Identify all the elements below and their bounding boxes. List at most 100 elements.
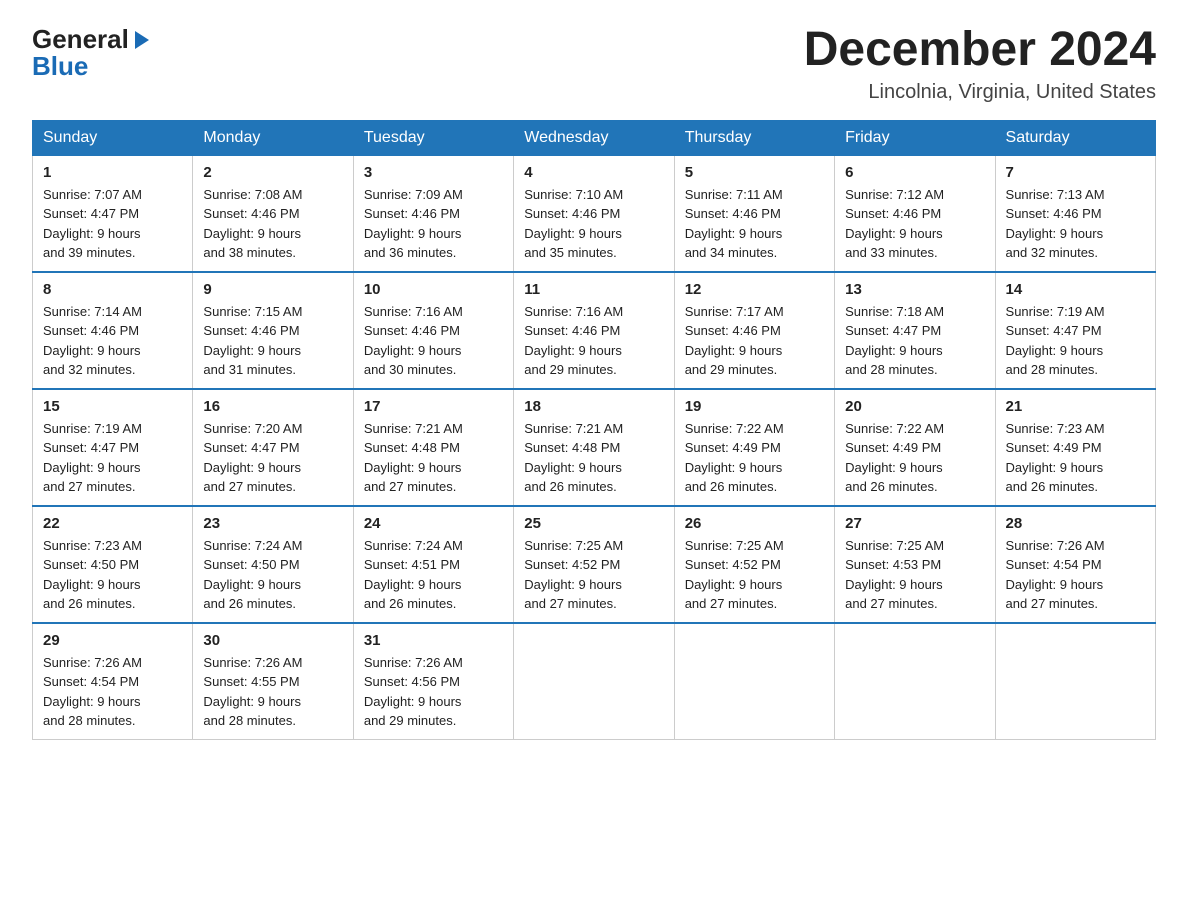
calendar-cell: 9 Sunrise: 7:15 AM Sunset: 4:46 PM Dayli…	[193, 272, 353, 389]
month-year-title: December 2024	[804, 24, 1156, 77]
calendar-cell: 20 Sunrise: 7:22 AM Sunset: 4:49 PM Dayl…	[835, 389, 995, 506]
calendar-week-3: 15 Sunrise: 7:19 AM Sunset: 4:47 PM Dayl…	[33, 389, 1156, 506]
day-number: 26	[685, 515, 824, 532]
day-number: 6	[845, 164, 984, 181]
day-info: Sunrise: 7:26 AM Sunset: 4:55 PM Dayligh…	[203, 653, 342, 731]
calendar-cell: 13 Sunrise: 7:18 AM Sunset: 4:47 PM Dayl…	[835, 272, 995, 389]
header-monday: Monday	[193, 120, 353, 155]
day-number: 10	[364, 281, 503, 298]
calendar-cell	[835, 623, 995, 740]
day-info: Sunrise: 7:20 AM Sunset: 4:47 PM Dayligh…	[203, 419, 342, 497]
calendar-cell: 29 Sunrise: 7:26 AM Sunset: 4:54 PM Dayl…	[33, 623, 193, 740]
calendar-cell: 18 Sunrise: 7:21 AM Sunset: 4:48 PM Dayl…	[514, 389, 674, 506]
day-number: 4	[524, 164, 663, 181]
day-info: Sunrise: 7:21 AM Sunset: 4:48 PM Dayligh…	[364, 419, 503, 497]
calendar-cell: 15 Sunrise: 7:19 AM Sunset: 4:47 PM Dayl…	[33, 389, 193, 506]
calendar-cell: 7 Sunrise: 7:13 AM Sunset: 4:46 PM Dayli…	[995, 155, 1155, 272]
calendar-cell: 27 Sunrise: 7:25 AM Sunset: 4:53 PM Dayl…	[835, 506, 995, 623]
calendar-cell: 4 Sunrise: 7:10 AM Sunset: 4:46 PM Dayli…	[514, 155, 674, 272]
header-wednesday: Wednesday	[514, 120, 674, 155]
day-number: 16	[203, 398, 342, 415]
header-sunday: Sunday	[33, 120, 193, 155]
day-info: Sunrise: 7:26 AM Sunset: 4:54 PM Dayligh…	[1006, 536, 1145, 614]
day-info: Sunrise: 7:07 AM Sunset: 4:47 PM Dayligh…	[43, 185, 182, 263]
logo-blue: Blue	[32, 51, 88, 82]
day-number: 14	[1006, 281, 1145, 298]
calendar-week-2: 8 Sunrise: 7:14 AM Sunset: 4:46 PM Dayli…	[33, 272, 1156, 389]
day-number: 30	[203, 632, 342, 649]
day-info: Sunrise: 7:13 AM Sunset: 4:46 PM Dayligh…	[1006, 185, 1145, 263]
day-number: 19	[685, 398, 824, 415]
day-number: 18	[524, 398, 663, 415]
header-saturday: Saturday	[995, 120, 1155, 155]
day-info: Sunrise: 7:19 AM Sunset: 4:47 PM Dayligh…	[43, 419, 182, 497]
calendar-cell: 24 Sunrise: 7:24 AM Sunset: 4:51 PM Dayl…	[353, 506, 513, 623]
location-subtitle: Lincolnia, Virginia, United States	[804, 81, 1156, 104]
day-number: 1	[43, 164, 182, 181]
day-info: Sunrise: 7:08 AM Sunset: 4:46 PM Dayligh…	[203, 185, 342, 263]
calendar-cell: 16 Sunrise: 7:20 AM Sunset: 4:47 PM Dayl…	[193, 389, 353, 506]
calendar-cell: 28 Sunrise: 7:26 AM Sunset: 4:54 PM Dayl…	[995, 506, 1155, 623]
calendar-cell: 31 Sunrise: 7:26 AM Sunset: 4:56 PM Dayl…	[353, 623, 513, 740]
calendar-cell: 21 Sunrise: 7:23 AM Sunset: 4:49 PM Dayl…	[995, 389, 1155, 506]
logo-arrow-icon	[131, 29, 153, 51]
calendar-cell: 30 Sunrise: 7:26 AM Sunset: 4:55 PM Dayl…	[193, 623, 353, 740]
calendar-cell: 2 Sunrise: 7:08 AM Sunset: 4:46 PM Dayli…	[193, 155, 353, 272]
calendar-cell: 8 Sunrise: 7:14 AM Sunset: 4:46 PM Dayli…	[33, 272, 193, 389]
day-number: 15	[43, 398, 182, 415]
calendar-cell: 5 Sunrise: 7:11 AM Sunset: 4:46 PM Dayli…	[674, 155, 834, 272]
calendar-table: Sunday Monday Tuesday Wednesday Thursday…	[32, 120, 1156, 740]
calendar-cell: 23 Sunrise: 7:24 AM Sunset: 4:50 PM Dayl…	[193, 506, 353, 623]
calendar-week-5: 29 Sunrise: 7:26 AM Sunset: 4:54 PM Dayl…	[33, 623, 1156, 740]
day-number: 8	[43, 281, 182, 298]
day-info: Sunrise: 7:22 AM Sunset: 4:49 PM Dayligh…	[685, 419, 824, 497]
calendar-cell: 1 Sunrise: 7:07 AM Sunset: 4:47 PM Dayli…	[33, 155, 193, 272]
day-info: Sunrise: 7:21 AM Sunset: 4:48 PM Dayligh…	[524, 419, 663, 497]
day-number: 29	[43, 632, 182, 649]
day-number: 17	[364, 398, 503, 415]
day-info: Sunrise: 7:24 AM Sunset: 4:51 PM Dayligh…	[364, 536, 503, 614]
day-number: 31	[364, 632, 503, 649]
day-info: Sunrise: 7:23 AM Sunset: 4:50 PM Dayligh…	[43, 536, 182, 614]
day-number: 12	[685, 281, 824, 298]
header-thursday: Thursday	[674, 120, 834, 155]
title-block: December 2024 Lincolnia, Virginia, Unite…	[804, 24, 1156, 104]
day-number: 24	[364, 515, 503, 532]
day-info: Sunrise: 7:16 AM Sunset: 4:46 PM Dayligh…	[524, 302, 663, 380]
day-info: Sunrise: 7:11 AM Sunset: 4:46 PM Dayligh…	[685, 185, 824, 263]
calendar-cell: 14 Sunrise: 7:19 AM Sunset: 4:47 PM Dayl…	[995, 272, 1155, 389]
calendar-cell: 19 Sunrise: 7:22 AM Sunset: 4:49 PM Dayl…	[674, 389, 834, 506]
day-number: 2	[203, 164, 342, 181]
calendar-cell	[514, 623, 674, 740]
day-info: Sunrise: 7:10 AM Sunset: 4:46 PM Dayligh…	[524, 185, 663, 263]
day-info: Sunrise: 7:24 AM Sunset: 4:50 PM Dayligh…	[203, 536, 342, 614]
day-info: Sunrise: 7:18 AM Sunset: 4:47 PM Dayligh…	[845, 302, 984, 380]
day-number: 23	[203, 515, 342, 532]
calendar-cell: 22 Sunrise: 7:23 AM Sunset: 4:50 PM Dayl…	[33, 506, 193, 623]
calendar-cell: 11 Sunrise: 7:16 AM Sunset: 4:46 PM Dayl…	[514, 272, 674, 389]
day-number: 9	[203, 281, 342, 298]
day-info: Sunrise: 7:25 AM Sunset: 4:52 PM Dayligh…	[685, 536, 824, 614]
day-info: Sunrise: 7:26 AM Sunset: 4:54 PM Dayligh…	[43, 653, 182, 731]
calendar-cell: 10 Sunrise: 7:16 AM Sunset: 4:46 PM Dayl…	[353, 272, 513, 389]
header-friday: Friday	[835, 120, 995, 155]
day-number: 20	[845, 398, 984, 415]
calendar-week-4: 22 Sunrise: 7:23 AM Sunset: 4:50 PM Dayl…	[33, 506, 1156, 623]
day-info: Sunrise: 7:23 AM Sunset: 4:49 PM Dayligh…	[1006, 419, 1145, 497]
calendar-cell	[674, 623, 834, 740]
day-info: Sunrise: 7:14 AM Sunset: 4:46 PM Dayligh…	[43, 302, 182, 380]
day-number: 3	[364, 164, 503, 181]
day-info: Sunrise: 7:12 AM Sunset: 4:46 PM Dayligh…	[845, 185, 984, 263]
day-number: 21	[1006, 398, 1145, 415]
calendar-cell: 17 Sunrise: 7:21 AM Sunset: 4:48 PM Dayl…	[353, 389, 513, 506]
day-number: 11	[524, 281, 663, 298]
day-info: Sunrise: 7:22 AM Sunset: 4:49 PM Dayligh…	[845, 419, 984, 497]
calendar-cell	[995, 623, 1155, 740]
day-info: Sunrise: 7:09 AM Sunset: 4:46 PM Dayligh…	[364, 185, 503, 263]
calendar-week-1: 1 Sunrise: 7:07 AM Sunset: 4:47 PM Dayli…	[33, 155, 1156, 272]
header-tuesday: Tuesday	[353, 120, 513, 155]
logo: General Blue	[32, 24, 153, 82]
day-number: 13	[845, 281, 984, 298]
day-number: 5	[685, 164, 824, 181]
day-number: 27	[845, 515, 984, 532]
